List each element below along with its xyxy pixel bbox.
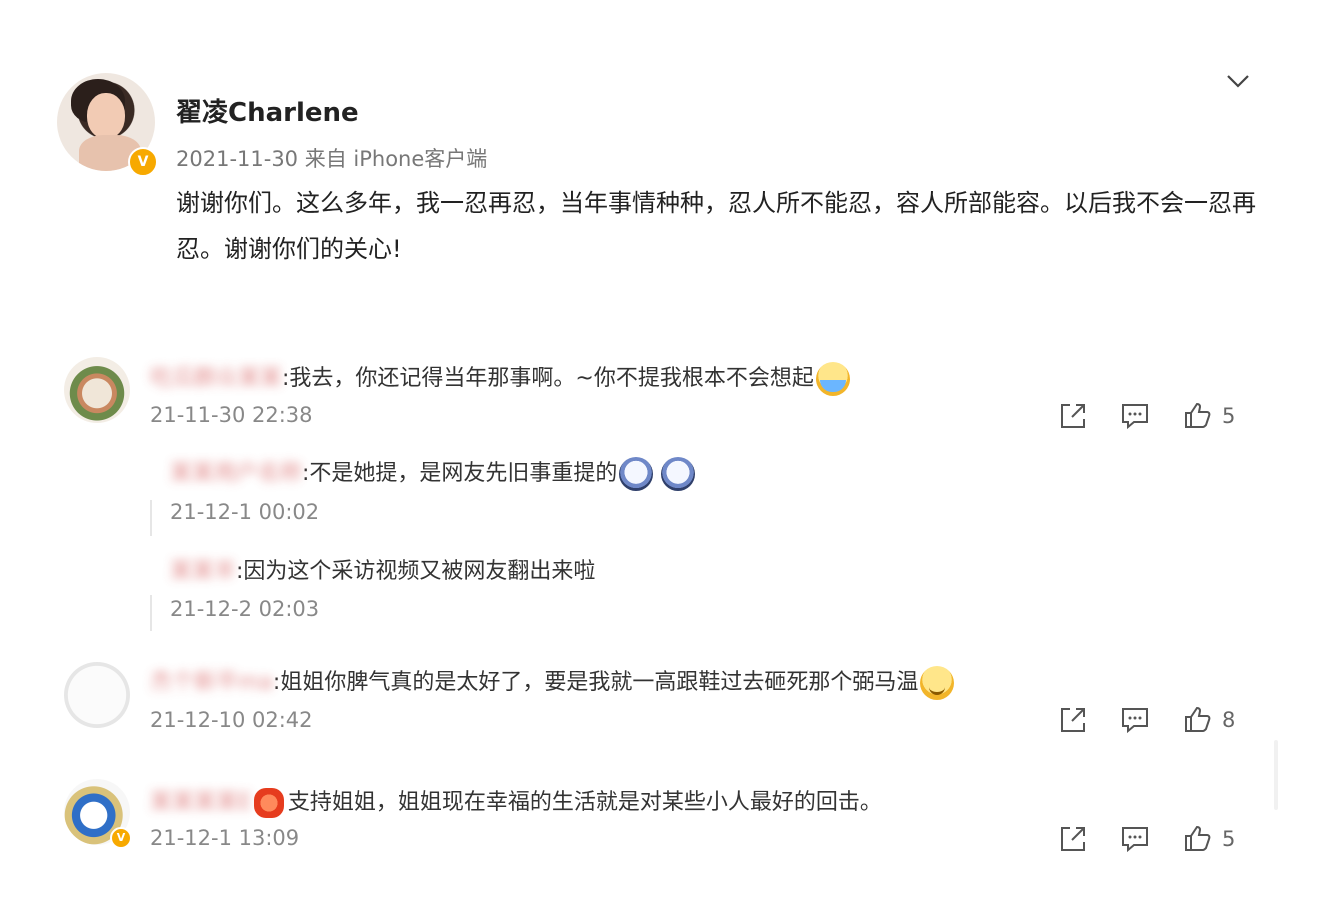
- doge-emoji-icon: [661, 457, 696, 491]
- comment-text: :我去，你还记得当年那事啊。~你不提我根本不会想起: [282, 366, 814, 391]
- share-icon[interactable]: [1058, 824, 1088, 854]
- reply-divider: [150, 500, 152, 536]
- comment-time: 21-12-1 13:09: [150, 826, 300, 850]
- like-count: 8: [1222, 708, 1236, 732]
- comment-time: 21-12-10 02:42: [150, 708, 313, 732]
- reply-text: :因为这个采访视频又被网友翻出来啦: [236, 559, 596, 584]
- reply-divider: [150, 595, 152, 631]
- reply-time: 21-12-2 02:03: [170, 597, 320, 621]
- doge-emoji-icon: [619, 457, 654, 491]
- like-count: 5: [1222, 827, 1236, 851]
- verified-badge-icon: V: [110, 827, 132, 849]
- reply-time: 21-12-1 00:02: [170, 500, 320, 524]
- share-icon[interactable]: [1058, 705, 1088, 735]
- blurred-username[interactable]: 某某羊: [170, 553, 236, 585]
- reply-body: 某某用户名称:不是她提，是网友先旧事重提的: [170, 455, 696, 491]
- share-icon[interactable]: [1058, 401, 1088, 431]
- comment-text: :姐姐你脾气真的是太好了，要是我就一高跟鞋过去砸死那个弼马温: [272, 670, 919, 695]
- scrollbar[interactable]: [1274, 740, 1278, 810]
- commenter-avatar[interactable]: [64, 357, 130, 423]
- comment-body: 杰个新平ma:姐姐你脾气真的是太好了，要是我就一高跟鞋过去砸死那个弼马温: [150, 664, 955, 700]
- thumbs-up-icon[interactable]: [1182, 704, 1212, 734]
- thumbs-up-icon[interactable]: [1182, 823, 1212, 853]
- comment-icon[interactable]: [1120, 824, 1150, 854]
- smile-emoji-icon: [920, 666, 955, 700]
- comment-body: 吃瓜群众某某:我去，你还记得当年那事啊。~你不提我根本不会想起: [150, 360, 850, 396]
- crying-laugh-emoji-icon: [815, 362, 850, 396]
- thumbs-up-icon[interactable]: [1182, 400, 1212, 430]
- heart-emoji-icon: [253, 788, 284, 818]
- comment-body: 某某某某E 支持姐姐，姐姐现在幸福的生活就是对某些小人最好的回击。: [150, 784, 882, 818]
- blurred-username[interactable]: 杰个新平ma: [150, 664, 273, 696]
- verified-badge-icon: V: [128, 147, 158, 177]
- comment-icon[interactable]: [1120, 705, 1150, 735]
- blurred-username[interactable]: 某某用户名称: [170, 455, 302, 487]
- reply-text: :不是她提，是网友先旧事重提的: [302, 461, 618, 486]
- comment-text: 支持姐姐，姐姐现在幸福的生活就是对某些小人最好的回击。: [287, 790, 882, 815]
- chevron-down-icon[interactable]: [1226, 70, 1250, 90]
- comment-time: 21-11-30 22:38: [150, 403, 313, 427]
- post-meta: 2021-11-30 来自 iPhone客户端: [176, 147, 488, 171]
- reply-body: 某某羊:因为这个采访视频又被网友翻出来啦: [170, 553, 595, 585]
- blurred-username[interactable]: 某某某某E: [150, 784, 252, 816]
- post-text: 谢谢你们。这么多年，我一忍再忍，当年事情种种，忍人所不能忍，容人所部能容。以后我…: [176, 189, 1256, 263]
- commenter-avatar[interactable]: [64, 662, 130, 728]
- blurred-username[interactable]: 吃瓜群众某某: [150, 360, 282, 392]
- comment-icon[interactable]: [1120, 401, 1150, 431]
- poster-username[interactable]: 翟凌Charlene: [176, 92, 359, 129]
- like-count: 5: [1222, 404, 1236, 428]
